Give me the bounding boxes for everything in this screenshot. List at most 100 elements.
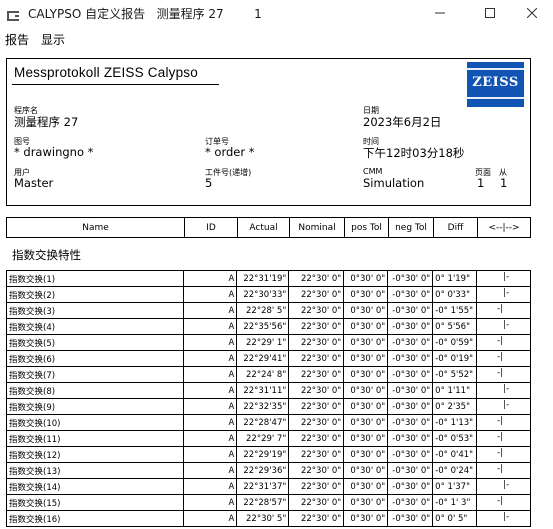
- deviation-marker: -|: [497, 496, 504, 506]
- report-title: Messprotokoll ZEISS Calypso: [14, 65, 198, 80]
- deviation-marker: |-: [503, 272, 510, 282]
- cell-nominal: 22°30' 0": [288, 270, 345, 287]
- cell-id: A: [183, 350, 238, 367]
- section-title: 指数交换特性: [12, 248, 81, 262]
- cell-pos-tol: 0°30' 0": [343, 446, 389, 463]
- cell-deviation-bar: |-: [476, 270, 531, 287]
- cell-deviation-bar: -|: [476, 494, 531, 511]
- cell-deviation-bar: -|: [476, 446, 531, 463]
- deviation-marker: -|: [497, 416, 504, 426]
- minimize-button[interactable]: [417, 0, 463, 26]
- date-value: 2023年6月2日: [363, 115, 442, 129]
- cell-actual: 22°28' 5": [236, 302, 290, 319]
- cell-name: 指数交换(15): [5, 494, 185, 511]
- table-row: 指数交换(7) A 22°24' 8" 22°30' 0" 0°30' 0" -0°30'…: [5, 366, 531, 383]
- part-value: 5: [205, 176, 213, 190]
- cell-neg-tol: -0°30' 0": [387, 286, 434, 303]
- cell-diff: 0° 0'33": [432, 286, 478, 303]
- column-header-pos-tol: pos Tol: [345, 218, 389, 237]
- menu-report[interactable]: 报告: [5, 31, 29, 48]
- cell-actual: 22°28'47": [236, 414, 290, 431]
- column-header-row: Name ID Actual Nominal pos Tol neg Tol D…: [6, 217, 531, 238]
- table-row: 指数交换(10) A 22°28'47" 22°30' 0" 0°30' 0" -0°30…: [5, 414, 531, 431]
- menu-view[interactable]: 显示: [41, 31, 65, 48]
- cell-deviation-bar: |-: [476, 398, 531, 415]
- cell-pos-tol: 0°30' 0": [343, 382, 389, 399]
- cell-nominal: 22°30' 0": [288, 446, 345, 463]
- cell-deviation-bar: |-: [476, 382, 531, 399]
- cell-pos-tol: 0°30' 0": [343, 270, 389, 287]
- cell-id: A: [183, 398, 238, 415]
- cell-nominal: 22°30' 0": [288, 366, 345, 383]
- cell-diff: -0° 0'41": [432, 446, 478, 463]
- cell-deviation-bar: -|: [476, 302, 531, 319]
- cell-nominal: 22°30' 0": [288, 382, 345, 399]
- measurement-table: 指数交换(1) A 22°31'19" 22°30' 0" 0°30' 0" -0°30'…: [5, 270, 531, 527]
- table-row: 指数交换(12) A 22°29'19" 22°30' 0" 0°30' 0" -0°30…: [5, 446, 531, 463]
- cell-name: 指数交换(11): [5, 430, 185, 447]
- table-row: 指数交换(3) A 22°28' 5" 22°30' 0" 0°30' 0" -0°30'…: [5, 302, 531, 319]
- deviation-marker: |-: [503, 480, 510, 490]
- cell-diff: 0° 1'37": [432, 478, 478, 495]
- cell-actual: 22°29'41": [236, 350, 290, 367]
- cell-neg-tol: -0°30' 0": [387, 414, 434, 431]
- cell-deviation-bar: -|: [476, 334, 531, 351]
- cell-nominal: 22°30' 0": [288, 494, 345, 511]
- maximize-icon: [485, 8, 495, 18]
- cell-id: A: [183, 286, 238, 303]
- cell-actual: 22°31'19": [236, 270, 290, 287]
- cell-neg-tol: -0°30' 0": [387, 494, 434, 511]
- maximize-button[interactable]: [467, 0, 513, 26]
- cmm-value: Simulation: [363, 176, 425, 190]
- column-header-actual: Actual: [238, 218, 290, 237]
- cell-pos-tol: 0°30' 0": [343, 286, 389, 303]
- cell-neg-tol: -0°30' 0": [387, 478, 434, 495]
- cell-id: A: [183, 334, 238, 351]
- cell-name: 指数交换(5): [5, 334, 185, 351]
- cell-id: A: [183, 494, 238, 511]
- cell-deviation-bar: |-: [476, 286, 531, 303]
- close-button[interactable]: [509, 0, 553, 26]
- cell-nominal: 22°30' 0": [288, 510, 345, 527]
- table-row: 指数交换(14) A 22°31'37" 22°30' 0" 0°30' 0" -0°30…: [5, 478, 531, 495]
- deviation-marker: -|: [497, 464, 504, 474]
- cell-pos-tol: 0°30' 0": [343, 302, 389, 319]
- table-row: 指数交换(15) A 22°28'57" 22°30' 0" 0°30' 0" -0°30…: [5, 494, 531, 511]
- cell-deviation-bar: |-: [476, 478, 531, 495]
- cell-neg-tol: -0°30' 0": [387, 430, 434, 447]
- cell-pos-tol: 0°30' 0": [343, 510, 389, 527]
- cell-pos-tol: 0°30' 0": [343, 462, 389, 479]
- calypso-app-icon: [6, 7, 20, 21]
- cell-actual: 22°30'33": [236, 286, 290, 303]
- cell-nominal: 22°30' 0": [288, 478, 345, 495]
- cell-nominal: 22°30' 0": [288, 318, 345, 335]
- close-icon: [527, 8, 537, 18]
- cell-name: 指数交换(9): [5, 398, 185, 415]
- table-row: 指数交换(9) A 22°32'35" 22°30' 0" 0°30' 0" -0°30'…: [5, 398, 531, 415]
- deviation-marker: -|: [497, 448, 504, 458]
- column-header-neg-tol: neg Tol: [389, 218, 434, 237]
- cell-diff: -0° 1'55": [432, 302, 478, 319]
- cell-id: A: [183, 302, 238, 319]
- cell-neg-tol: -0°30' 0": [387, 318, 434, 335]
- deviation-marker: |-: [503, 512, 510, 522]
- cell-actual: 22°31'11": [236, 382, 290, 399]
- cell-name: 指数交换(4): [5, 318, 185, 335]
- cell-deviation-bar: |-: [476, 318, 531, 335]
- column-header-id: ID: [185, 218, 238, 237]
- cell-diff: 0° 1'11": [432, 382, 478, 399]
- cell-deviation-bar: -|: [476, 462, 531, 479]
- cell-nominal: 22°30' 0": [288, 350, 345, 367]
- cell-nominal: 22°30' 0": [288, 414, 345, 431]
- table-row: 指数交换(6) A 22°29'41" 22°30' 0" 0°30' 0" -0°30'…: [5, 350, 531, 367]
- cell-pos-tol: 0°30' 0": [343, 318, 389, 335]
- cell-pos-tol: 0°30' 0": [343, 414, 389, 431]
- cell-deviation-bar: -|: [476, 414, 531, 431]
- title-underline: [12, 84, 219, 85]
- cell-neg-tol: -0°30' 0": [387, 302, 434, 319]
- deviation-marker: -|: [497, 432, 504, 442]
- cell-diff: -0° 1' 3": [432, 494, 478, 511]
- column-header-nominal: Nominal: [290, 218, 345, 237]
- cell-name: 指数交换(6): [5, 350, 185, 367]
- cell-actual: 22°32'35": [236, 398, 290, 415]
